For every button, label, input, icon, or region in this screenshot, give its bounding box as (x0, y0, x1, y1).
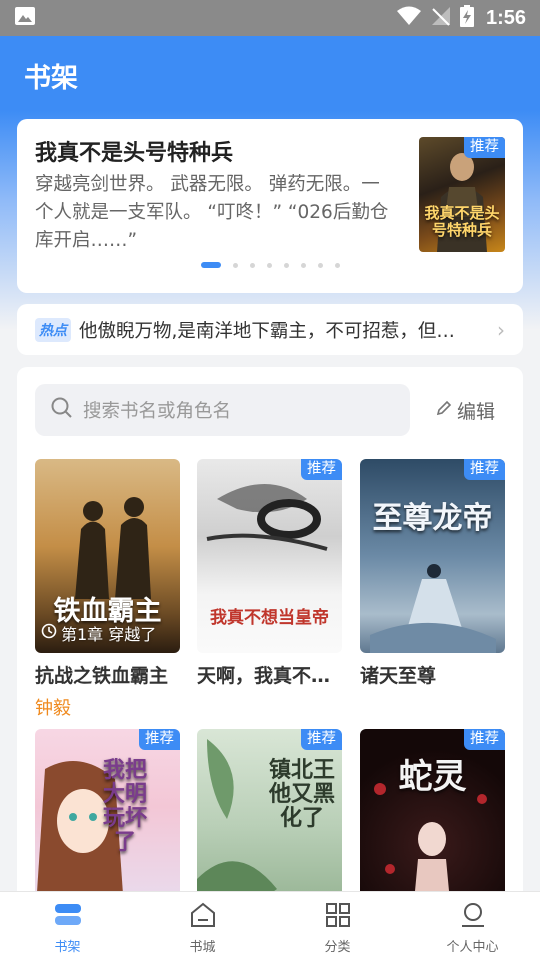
nav-label: 分类 (324, 940, 351, 955)
featured-description: 穿越亮剑世界。 武器无限。 弹药无限。一个人就是一支军队。 “叮咚！” “026… (35, 174, 389, 251)
book-item[interactable]: 我真不想当皇帝 推荐 天啊，我真不… (197, 459, 342, 688)
nav-profile[interactable]: 个人中心 (405, 892, 540, 960)
featured-cover[interactable]: 我真不是头号特种兵 推荐 (419, 137, 505, 252)
carousel-dot (250, 262, 255, 268)
no-signal-icon (430, 6, 452, 30)
featured-book-card[interactable]: 我真不是头号特种兵 穿越亮剑世界。 武器无限。 弹药无限。一个人就是一支军队。 … (17, 119, 523, 293)
battery-charging-icon (459, 5, 474, 31)
nav-category[interactable]: 分类 (270, 892, 405, 960)
bookstore-icon (189, 902, 217, 932)
book-item[interactable]: 铁血霸主 第1章 穿越了 抗战之铁血霸主 钟毅 (35, 459, 180, 720)
book-title: 抗战之铁血霸主 (35, 665, 169, 687)
book-cover-title: 至尊龙帝 (372, 501, 493, 536)
carousel-dot (335, 262, 340, 268)
hot-tag: 热点 (35, 317, 71, 342)
bottom-navigation: 书架 书城 分类 个人中心 (0, 891, 540, 960)
edit-label: 编辑 (457, 401, 496, 423)
status-bar: 1:56 (0, 0, 540, 36)
book-cover-title: 镇北王他又黑化了 (268, 758, 335, 831)
carousel-dot (233, 262, 238, 268)
reading-progress: 第1章 穿越了 (41, 621, 156, 645)
book-cover[interactable]: 铁血霸主 第1章 穿越了 (35, 459, 180, 653)
history-icon (41, 623, 57, 643)
featured-title: 我真不是头号特种兵 (35, 141, 234, 166)
book-cover-title: 我把大明玩坏了 (102, 758, 147, 855)
bookshelf-icon (53, 902, 83, 932)
clock: 1:56 (485, 6, 526, 29)
page-title: 书架 (24, 63, 78, 94)
carousel-dot (301, 262, 306, 268)
book-cover-title: 蛇灵 (398, 757, 467, 797)
recommend-badge: 推荐 (301, 459, 342, 480)
progress-label: 第1章 穿越了 (61, 625, 157, 644)
book-author: 钟毅 (35, 698, 71, 719)
nav-bookshelf[interactable]: 书架 (0, 892, 135, 960)
bookshelf-panel: 搜索书名或角色名 编辑 铁血霸主 第1章 穿越了 抗战之铁血霸主 钟毅 我真不想… (17, 367, 523, 927)
pencil-icon (435, 399, 453, 422)
book-cover[interactable]: 至尊龙帝 推荐 (360, 459, 505, 653)
hot-news-text: 他傲睨万物,是南洋地下霸主，不可招惹，但… (79, 320, 455, 342)
book-title: 天啊，我真不… (197, 665, 331, 687)
nav-label: 个人中心 (446, 940, 499, 955)
recommend-badge: 推荐 (139, 729, 180, 750)
carousel-indicator (201, 262, 340, 268)
recommend-badge: 推荐 (464, 729, 505, 750)
book-cover[interactable]: 我真不想当皇帝 推荐 (197, 459, 342, 653)
category-icon (324, 902, 352, 932)
wifi-icon (396, 6, 422, 30)
recommend-badge: 推荐 (301, 729, 342, 750)
carousel-dot (318, 262, 323, 268)
featured-cover-title: 我真不是头号特种兵 (424, 204, 500, 239)
carousel-dot (267, 262, 272, 268)
search-icon (51, 397, 73, 423)
gallery-notification-icon (14, 6, 36, 30)
nav-label: 书城 (189, 940, 216, 955)
book-item[interactable]: 至尊龙帝 推荐 诸天至尊 (360, 459, 505, 688)
hot-news-bar[interactable]: 热点 他傲睨万物,是南洋地下霸主，不可招惹，但… › (17, 304, 523, 355)
book-cover-title: 我真不想当皇帝 (210, 608, 329, 628)
swordsman-illustration (370, 564, 496, 653)
edit-button[interactable]: 编辑 (435, 397, 495, 424)
nav-label: 书架 (54, 940, 81, 955)
profile-icon (459, 902, 487, 932)
carousel-dot-active (201, 262, 221, 268)
search-placeholder: 搜索书名或角色名 (83, 401, 232, 422)
book-title: 诸天至尊 (360, 665, 437, 687)
carousel-dot (284, 262, 289, 268)
nav-bookstore[interactable]: 书城 (135, 892, 270, 960)
recommend-badge: 推荐 (464, 137, 505, 158)
recommend-badge: 推荐 (464, 459, 505, 480)
search-input[interactable]: 搜索书名或角色名 (35, 384, 410, 436)
chevron-right-icon: › (497, 317, 505, 342)
